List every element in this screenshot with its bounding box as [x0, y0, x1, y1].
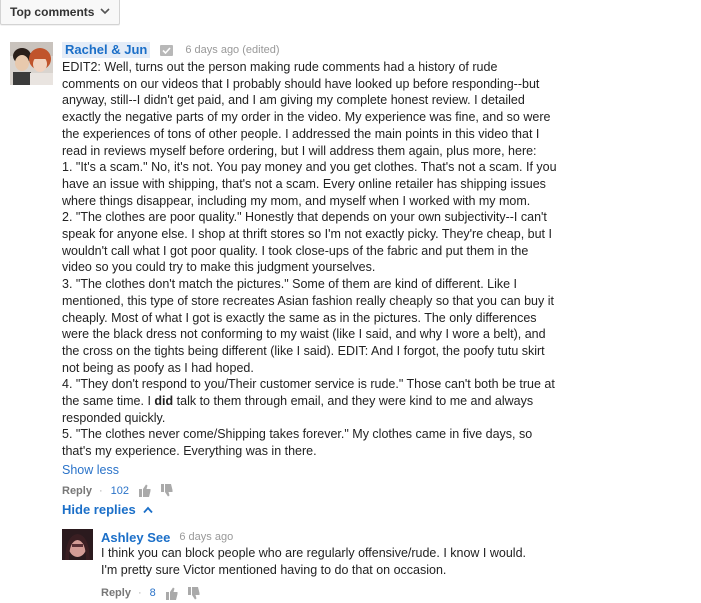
- reply-like-count: 8: [149, 587, 156, 600]
- separator-dot: ·: [98, 484, 103, 497]
- sort-dropdown[interactable]: Top comments: [0, 0, 120, 25]
- chevron-down-icon: [100, 8, 110, 15]
- chevron-up-icon: [143, 506, 153, 513]
- avatar[interactable]: [10, 42, 53, 85]
- reply-button[interactable]: Reply: [62, 485, 92, 497]
- like-count: 102: [110, 484, 129, 497]
- thumbs-down-icon[interactable]: [161, 484, 173, 497]
- thumbs-up-icon[interactable]: [139, 484, 151, 498]
- comment-author[interactable]: Rachel & Jun: [62, 42, 151, 58]
- comment-actions: Reply · 102: [62, 483, 562, 499]
- separator-dot: ·: [137, 587, 142, 600]
- reply-text: I think you can block people who are reg…: [101, 546, 530, 577]
- reply-actions: Reply · 8: [101, 585, 551, 601]
- sort-label: Top comments: [10, 4, 95, 19]
- reply-time[interactable]: 6 days ago: [179, 531, 233, 543]
- show-less-link[interactable]: Show less: [62, 463, 119, 477]
- reply-reply-button[interactable]: Reply: [101, 587, 131, 599]
- hide-replies-button[interactable]: Hide replies: [62, 502, 153, 517]
- reply-avatar[interactable]: [62, 529, 93, 560]
- hide-replies-label: Hide replies: [62, 502, 136, 517]
- comment-text: EDIT2: Well, turns out the person making…: [62, 60, 561, 459]
- reply-author[interactable]: Ashley See: [101, 530, 170, 545]
- verified-check-icon: [160, 44, 174, 56]
- thumbs-down-icon[interactable]: [187, 586, 200, 600]
- thumbs-up-icon[interactable]: [165, 587, 178, 600]
- comment-time[interactable]: 6 days ago (edited): [185, 44, 279, 56]
